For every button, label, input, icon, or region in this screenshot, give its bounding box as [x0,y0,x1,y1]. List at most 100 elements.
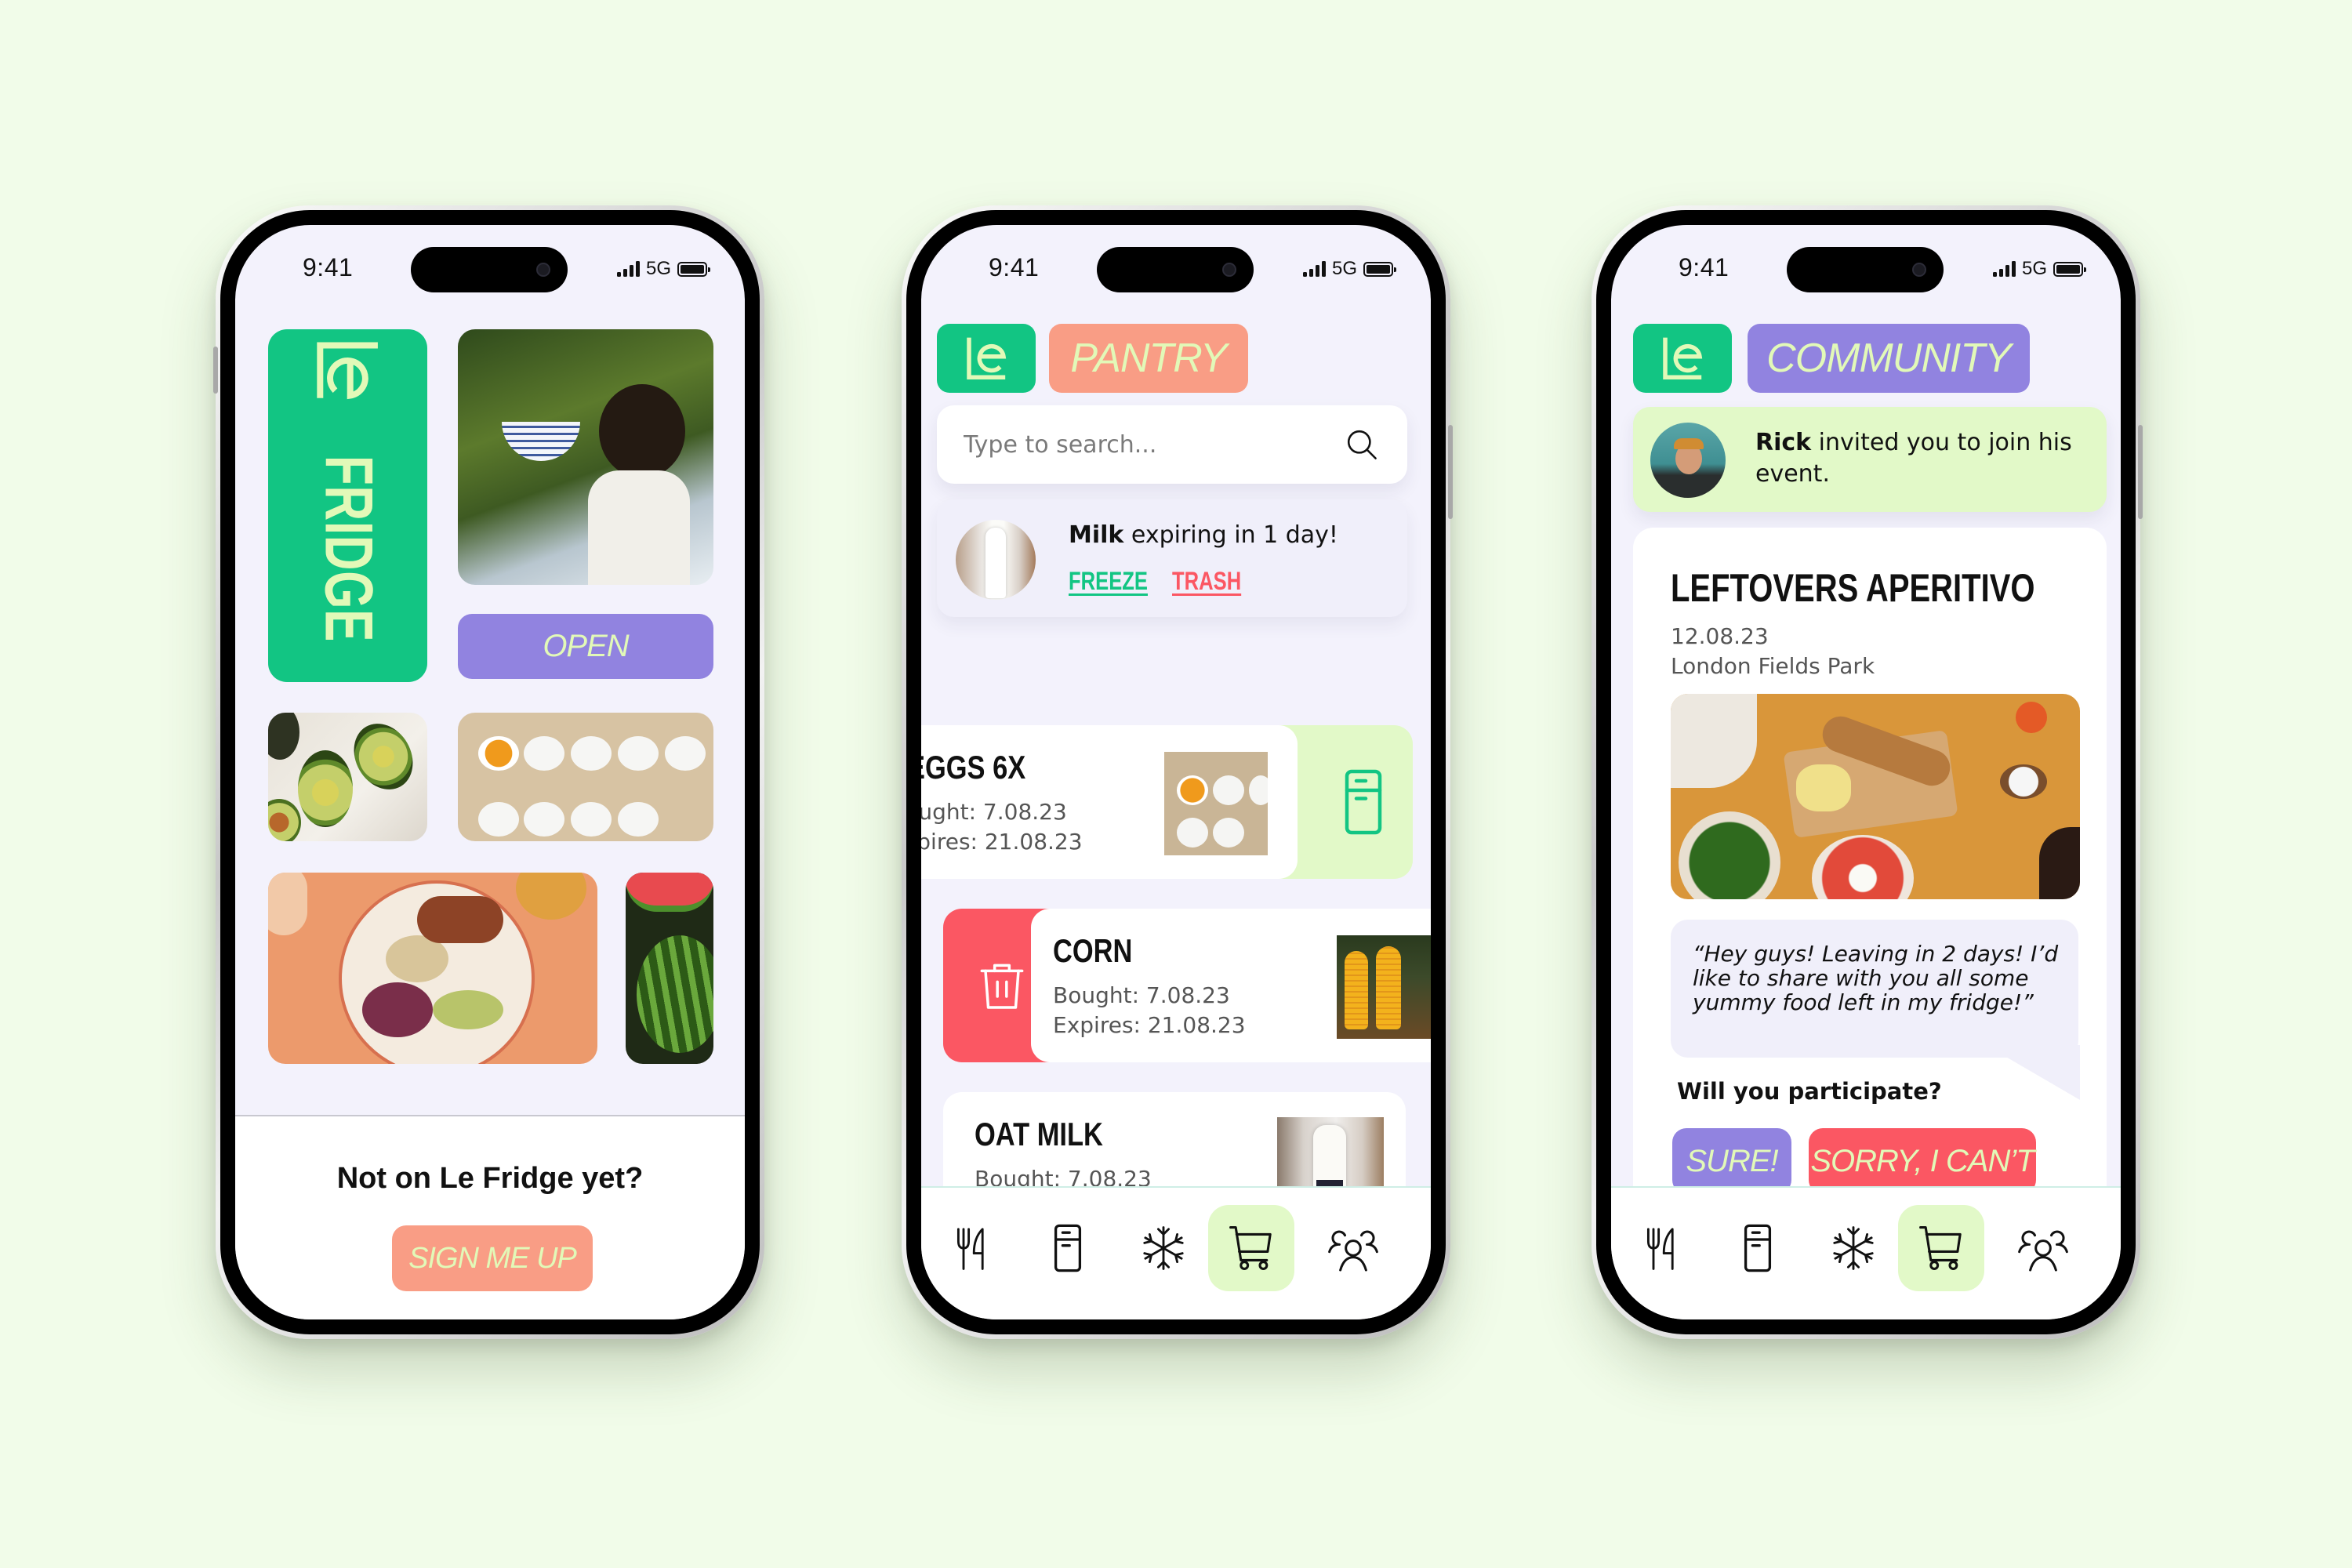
item-name: OAT MILK [975,1116,1103,1152]
photo-detail [1177,818,1208,848]
photo-detail [588,470,690,585]
photo-detail [1674,438,1704,449]
photo-detail [268,873,307,935]
status-indicators: 5G [1302,258,1396,280]
photo-detail [502,422,580,461]
pantry-item-card[interactable]: CORN Bought: 7.08.23 Expires: 21.08.23 [1031,909,1431,1062]
photo-detail [626,873,713,912]
nav-meals[interactable] [929,1205,1015,1291]
expiry-alert-card: Milk expiring in 1 day! FREEZE TRASH [937,499,1407,617]
search-icon[interactable] [1343,426,1381,463]
invite-text: Rick invited you to join his event. [1755,427,2085,490]
photo-detail [618,802,659,837]
sign-me-up-button[interactable]: SIGN ME UP [392,1225,593,1291]
photo-detail [1316,1180,1343,1186]
quote-bubble: “Hey guys! Leaving in 2 days! I’d like t… [1671,920,2078,1058]
le-logo-button[interactable] [1633,324,1732,393]
photo-detail [1679,811,1780,899]
section-tag-pantry: PANTRY [1049,324,1248,393]
nav-pantry[interactable] [1898,1205,1984,1291]
dynamic-island [411,247,568,292]
search-bar[interactable] [937,405,1407,484]
inviter-name: Rick [1755,429,1812,456]
photo-detail [417,896,503,943]
brand-wordmark-vertical: FRIDGE [309,333,387,679]
photo-detail [1671,694,1757,788]
photo-detail [1812,835,1914,899]
dynamic-island [1097,247,1254,292]
photo-detail [665,736,706,771]
trash-button[interactable]: TRASH [1172,567,1241,596]
phone-community: 9:41 5G COMMUNITY Rick invited you to jo… [1592,205,2143,1339]
welcome-screen: 9:41 5G FRIDGE OPEN Not on Le Fridge yet… [235,225,745,1319]
photo-detail [524,736,564,771]
freeze-button[interactable]: FREEZE [1069,567,1148,596]
snowflake-icon [1138,1222,1189,1274]
status-indicators: 5G [1992,258,2086,280]
event-date: 12.08.23 [1671,623,1769,649]
nav-community[interactable] [2000,1205,2086,1291]
bezel: 9:41 5G FRIDGE OPEN Not on Le Fridge yet… [220,210,760,1334]
network-type: 5G [645,258,671,279]
le-logo-button[interactable] [937,324,1036,393]
battery-full-icon [677,261,710,277]
event-title: LEFTOVERS APERITIVO [1671,566,2035,610]
pantry-item-card[interactable]: EGGS 6X Bought: 7.08.23 Expires: 21.08.2… [921,725,1298,879]
invite-notification[interactable]: Rick invited you to join his event. [1633,407,2107,512]
brand-wordmark: FRIDGE [310,455,386,643]
bottom-nav [1611,1186,2121,1319]
le-logo-icon [960,332,1012,384]
pantry-screen: 9:41 5G PANTRY Milk expiri [921,225,1431,1319]
fork-knife-icon [946,1222,998,1274]
pantry-item-row[interactable]: EGGS 6X Bought: 7.08.23 Expires: 21.08.2… [921,725,1415,879]
nav-community[interactable] [1310,1205,1396,1291]
brand-logo-tile: FRIDGE [268,329,427,682]
status-time: 9:41 [1679,253,1730,281]
photo-detail [2000,764,2047,799]
avocado-halves-photo [268,713,427,841]
accept-button[interactable]: SURE! [1672,1128,1791,1194]
item-name: EGGS 6X [921,749,1026,786]
fridge-icon [1328,767,1399,837]
pantry-item-row[interactable]: CORN Bought: 7.08.23 Expires: 21.08.23 [921,909,1431,1062]
nav-fridge[interactable] [1025,1205,1111,1291]
decline-button[interactable]: SORRY, I CAN’T [1809,1128,2036,1194]
alert-item-name: Milk [1069,521,1124,549]
corn-thumbnail [1337,935,1431,1039]
snowflake-icon [1828,1222,1879,1274]
status-bar: 9:41 5G [1611,225,2121,311]
open-button[interactable]: OPEN [458,614,713,679]
aperitivo-table-photo [1671,694,2080,899]
photo-detail [1345,951,1368,1029]
item-bought-date: Bought: 7.08.23 [921,799,1067,825]
photo-detail [298,750,353,827]
woman-dining-outdoors-photo [458,329,713,585]
photo-detail [2039,827,2080,899]
participation-question: Will you participate? [1677,1078,1942,1105]
milk-thumbnail [956,520,1036,600]
nav-freezer[interactable] [1120,1205,1207,1291]
expiry-alert-text: Milk expiring in 1 day! [1069,521,1338,549]
photo-detail [362,982,433,1037]
photo-detail [342,713,425,800]
photo-detail [1213,775,1244,805]
battery-full-icon [1363,261,1396,277]
cellular-signal-icon [616,261,640,277]
nav-pantry[interactable] [1208,1205,1294,1291]
photo-detail [478,736,519,771]
status-time: 9:41 [989,253,1040,281]
photo-detail [571,736,612,771]
eggs-thumbnail [1164,752,1268,855]
photo-detail [1376,946,1401,1029]
signup-prompt: Not on Le Fridge yet? [336,1162,644,1195]
search-input[interactable] [964,430,1343,459]
photo-detail [637,935,713,1053]
fork-knife-icon [1636,1222,1688,1274]
nav-meals[interactable] [1619,1205,1705,1291]
group-icon [1326,1221,1381,1276]
photo-detail [478,802,519,837]
rick-avatar [1650,423,1726,498]
trash-icon [975,958,1029,1013]
nav-fridge[interactable] [1715,1205,1801,1291]
nav-freezer[interactable] [1810,1205,1896,1291]
